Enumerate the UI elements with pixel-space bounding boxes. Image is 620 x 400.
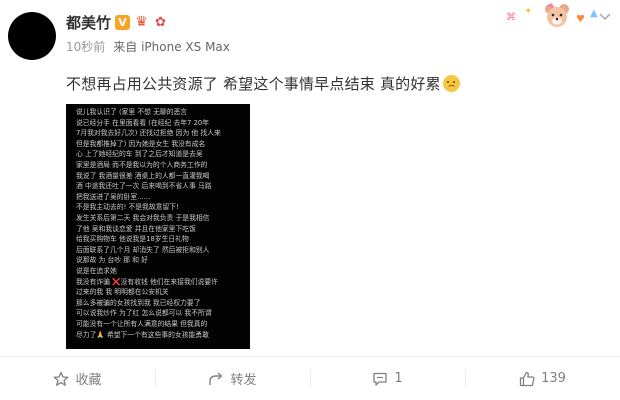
comment-button[interactable]: 1	[310, 357, 465, 400]
image-text-line: 发生关系后第二天 我会对我负责 于是我相信	[76, 214, 210, 222]
collect-icon	[54, 371, 69, 386]
image-text-line: 可能没有一个让所有人满意的结果 但我真的	[76, 320, 208, 328]
repost-label: 转发	[230, 373, 257, 388]
post-image[interactable]: 说儿我认识了 (家里 不想 无聊的恶言说已经分手 在里面看看 (在经纪 去年7 …	[66, 104, 250, 349]
image-text-line: 说那故 为 台吵 那 和 好	[76, 256, 148, 265]
like-button[interactable]: 139	[465, 357, 620, 400]
image-text-line: 说已经分手 在里面看看 (在经纪 去年7 20年	[76, 118, 210, 127]
meta-row: 10秒前 来自 iPhone XS Max	[66, 38, 230, 55]
comment-icon	[373, 372, 388, 386]
image-text-line: 说儿我认识了 (家里 不想 无聊的恶言	[76, 108, 188, 116]
image-text-line: 给我买购物车 他说我是18岁生日礼物	[76, 235, 189, 244]
star-icon: ✦	[524, 6, 533, 17]
repost-button[interactable]: 转发	[155, 357, 310, 400]
post-text: 不想再占用公共资源了 希望这个事情早点结束 真的好累	[66, 73, 460, 94]
like-count: 139	[541, 371, 566, 386]
image-text-line: 我没有诈骗 ❌没有收钱 他们在来接我们说要许	[76, 277, 218, 286]
collect-label: 收藏	[75, 373, 102, 388]
gift-icon[interactable]: ✿	[153, 15, 168, 30]
comment-count: 1	[394, 371, 403, 386]
author-row: 都美竹 V ♛ ✿	[66, 10, 168, 34]
image-text-line: 过来的我 我 明明都在公安机关	[76, 288, 169, 297]
post-time[interactable]: 10秒前	[66, 38, 105, 55]
image-text-line: 家里是酒局 而不是我以为的个人商务工作的	[76, 161, 208, 169]
heart-icon: ♥	[576, 14, 585, 25]
image-text-line: 不是我主动去的! 不是我故意留下!	[76, 203, 179, 212]
bow-icon: ⌘	[506, 12, 516, 23]
image-text-line: 但是我都推掉了) 因为她是女生 我没有成名	[76, 139, 206, 148]
image-text-line: 酒 中途我还吐了一次 后来喝到不省人事 马路	[76, 182, 212, 191]
decoration-card[interactable]: ⌘ ✦ ♥ ▲	[506, 2, 606, 32]
collect-button[interactable]: 收藏	[0, 357, 155, 400]
crown-icon[interactable]: ♛	[134, 14, 149, 30]
bear-icon	[545, 3, 569, 27]
post-body: 不想再占用公共资源了 希望这个事情早点结束 真的好累	[66, 75, 441, 93]
image-text-line: 尽力了🙏 希望下一个有这些事的女孩能勇敢	[76, 330, 209, 339]
repost-icon	[209, 371, 223, 385]
image-text-line: 心 上了她经纪的车 到了之后才知道是去吴	[76, 150, 203, 159]
image-text-line: 把我送进了吴的卧室......	[76, 192, 151, 201]
image-text-line: 7月我对我去好几次) 还找过拒绝 因为 他 找人来	[76, 129, 221, 138]
like-icon	[519, 371, 535, 386]
image-text-line: 那么多被骗的女孩找到我 我已经权力要了	[76, 298, 201, 307]
image-text-line: 说是在追求她	[76, 267, 117, 275]
image-text-line: 可以说我炒作 为了红 怎么说都可以 我不所谓	[76, 309, 212, 318]
sad-face-emoji-icon	[442, 75, 460, 92]
image-text-line: 我说了 我酒量很差 酒桌上的人都一直灌我喝	[76, 171, 210, 180]
image-text-line: 了他 吴和我谈恋爱 并且在他家里下吃饭	[76, 224, 196, 233]
verified-badge-icon[interactable]: V	[115, 14, 131, 30]
party-icon: ▲	[590, 8, 598, 19]
chevron-down-icon[interactable]	[598, 12, 612, 22]
avatar[interactable]	[8, 12, 56, 60]
action-bar: 收藏 转发 1 139	[0, 357, 620, 400]
author-name[interactable]: 都美竹	[66, 12, 111, 33]
weibo-post-card: 都美竹 V ♛ ✿ ⌘ ✦ ♥ ▲ 10秒前 来自 iPhone XS Max …	[0, 0, 620, 400]
post-source[interactable]: 来自 iPhone XS Max	[113, 38, 230, 55]
image-text-line: 后面联系了几个月 却消失了 然后被拒和别人	[76, 245, 210, 254]
